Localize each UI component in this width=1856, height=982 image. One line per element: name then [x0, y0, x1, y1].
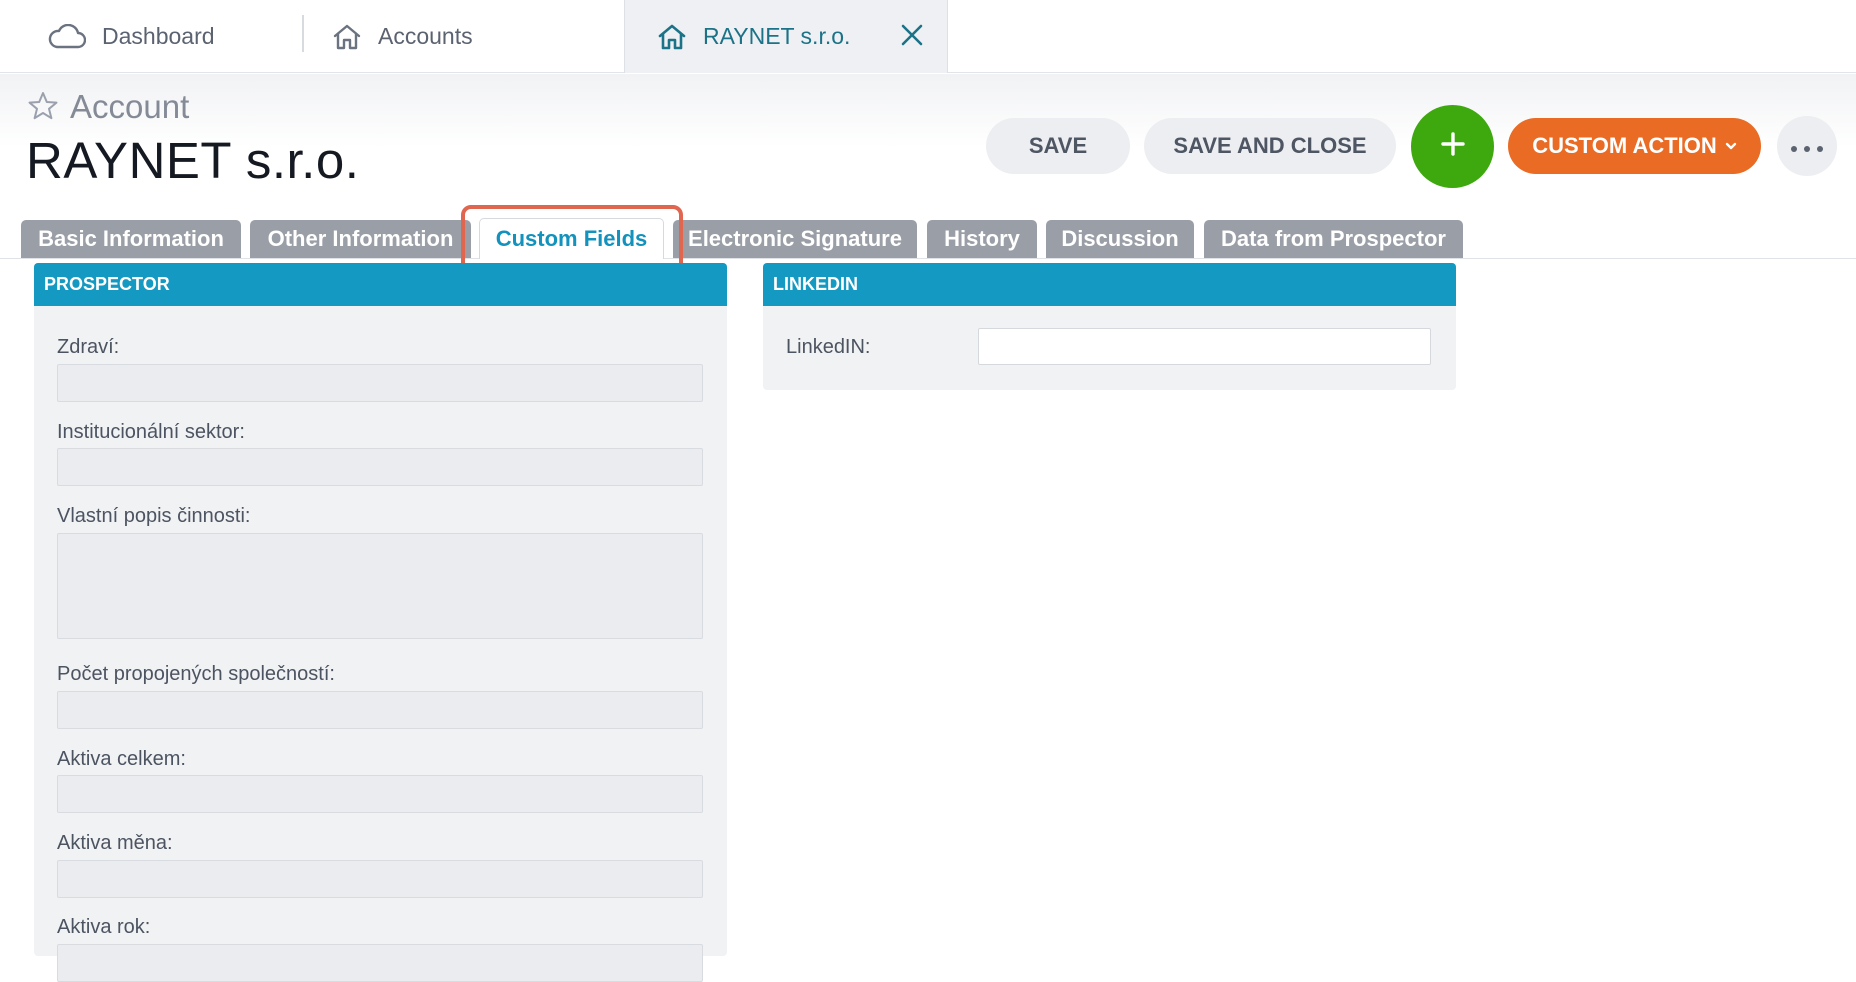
field-input-pocet-propojenych-spolecnosti [57, 691, 703, 729]
section-tabs-divider [0, 258, 1856, 259]
field-label-aktiva-celkem: Aktiva celkem: [57, 748, 186, 770]
plus-icon [1440, 131, 1466, 163]
field-label-aktiva-rok: Aktiva rok: [57, 916, 151, 938]
tab-discussion[interactable]: Discussion [1046, 220, 1194, 258]
custom-action-button[interactable]: CUSTOM ACTION [1508, 118, 1761, 174]
tab-history[interactable]: History [927, 220, 1037, 258]
linkedin-panel-title: LINKEDIN [763, 263, 1456, 306]
field-label-vlastni-popis-cinnosti: Vlastní popis činnosti: [57, 505, 251, 527]
tab-custom-fields[interactable]: Custom Fields [479, 218, 664, 259]
field-input-institucionalni-sektor [57, 448, 703, 486]
home-icon [332, 23, 362, 51]
tab-raynet-active[interactable]: RAYNET s.r.o. [624, 0, 948, 73]
star-icon[interactable] [27, 90, 59, 127]
more-dots-icon [1790, 133, 1824, 159]
entity-type-label: Account [70, 88, 190, 125]
field-label-linkedin: LinkedIN: [786, 336, 871, 358]
cloud-icon [48, 23, 86, 50]
home-icon [657, 23, 687, 51]
more-options-button[interactable] [1777, 116, 1837, 176]
tab-other-information[interactable]: Other Information [250, 220, 471, 258]
add-button[interactable] [1411, 105, 1494, 188]
field-input-aktiva-celkem [57, 775, 703, 813]
top-tab-bar: Dashboard Accounts RAYNET s.r.o. [0, 0, 1856, 73]
tab-basic-information[interactable]: Basic Information [21, 220, 241, 258]
field-label-institucionalni-sektor: Institucionální sektor: [57, 421, 245, 443]
field-input-zdravi [57, 364, 703, 402]
field-input-vlastni-popis-cinnosti [57, 533, 703, 639]
custom-action-label: CUSTOM ACTION [1532, 133, 1717, 158]
tab-dashboard-label: Dashboard [102, 23, 215, 49]
chevron-down-icon [1725, 141, 1737, 151]
tab-data-from-prospector[interactable]: Data from Prospector [1204, 220, 1463, 258]
prospector-panel-title: PROSPECTOR [34, 263, 727, 306]
tab-raynet-label: RAYNET s.r.o. [703, 23, 851, 49]
tab-dashboard[interactable]: Dashboard [48, 0, 215, 73]
field-label-aktiva-mena: Aktiva měna: [57, 832, 173, 854]
tab-electronic-signature[interactable]: Electronic Signature [673, 220, 917, 258]
linkedin-input[interactable] [978, 328, 1431, 365]
close-icon[interactable] [897, 20, 927, 50]
field-input-aktiva-mena [57, 860, 703, 898]
page-title: RAYNET s.r.o. [26, 132, 360, 189]
prospector-panel: PROSPECTOR Zdraví: Institucionální sekto… [34, 263, 727, 982]
tab-accounts[interactable]: Accounts [332, 0, 473, 73]
linkedin-panel: LINKEDIN LinkedIN: [763, 263, 1456, 390]
field-label-zdravi: Zdraví: [57, 336, 120, 358]
tab-separator [302, 15, 304, 52]
save-and-close-button[interactable]: SAVE AND CLOSE [1144, 118, 1396, 174]
tab-accounts-label: Accounts [378, 23, 473, 49]
field-label-pocet-propojenych-spolecnosti: Počet propojených společností: [57, 663, 335, 685]
field-input-aktiva-rok [57, 944, 703, 982]
save-button[interactable]: SAVE [986, 118, 1130, 174]
